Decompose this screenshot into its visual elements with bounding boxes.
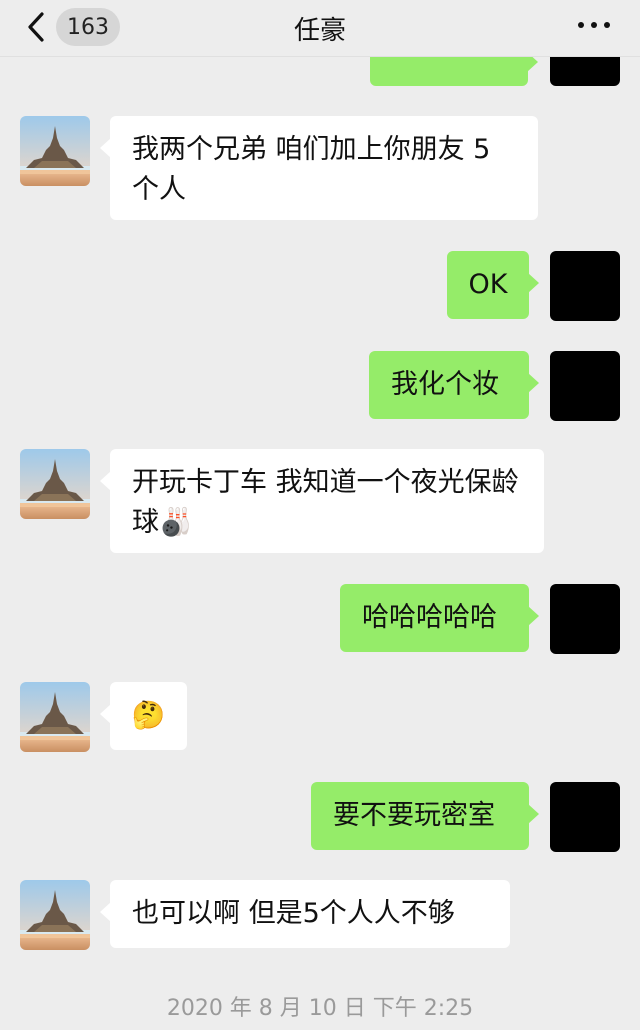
chat-title: 任豪 xyxy=(293,16,346,46)
castle-avatar-icon xyxy=(20,682,90,752)
message-bubble[interactable]: 开玩卡丁车 我知道一个夜光保龄球🎳 xyxy=(100,449,544,553)
message-timestamp: 2020 年 8 月 10 日 下午 2:25 xyxy=(166,996,474,1021)
message-bubble[interactable]: 也可以啊 但是5个人人不够 xyxy=(100,880,510,948)
message-text: 要不要玩密室 xyxy=(333,800,495,831)
message-bubble[interactable]: 我两个兄弟 咱们加上你朋友 5个人 xyxy=(100,116,538,220)
message-text: OK xyxy=(468,269,508,300)
message-text: 我两个兄弟 咱们加上你朋友 5个人 xyxy=(132,134,491,205)
message-bubble[interactable]: 我化个妆 xyxy=(369,351,539,419)
contact-avatar[interactable] xyxy=(20,880,90,950)
contact-avatar[interactable] xyxy=(20,682,90,752)
self-avatar[interactable] xyxy=(550,782,620,852)
message-text: 哈哈哈哈哈 xyxy=(362,602,497,633)
thinking-emoji: 🤔 xyxy=(131,700,166,731)
emoji-message-bubble[interactable]: 🤔 xyxy=(100,682,187,750)
more-options-icon[interactable] xyxy=(574,18,614,32)
castle-avatar-icon xyxy=(20,880,90,950)
self-avatar[interactable] xyxy=(550,351,620,421)
castle-avatar-icon xyxy=(20,116,90,186)
message-bubble[interactable]: OK xyxy=(447,251,539,319)
message-bubble[interactable]: 哈哈哈哈哈 xyxy=(340,584,539,652)
message-text: 开玩卡丁车 我知道一个夜光保龄球🎳 xyxy=(132,467,519,538)
chat-header: 163 任豪 xyxy=(0,0,640,57)
contact-avatar[interactable] xyxy=(20,449,90,519)
message-text: 我化个妆 xyxy=(391,369,499,400)
contact-avatar[interactable] xyxy=(20,116,90,186)
castle-avatar-icon xyxy=(20,449,90,519)
self-avatar[interactable] xyxy=(550,251,620,321)
message-bubble[interactable]: 要不要玩密室 xyxy=(311,782,539,850)
message-text: 也可以啊 但是5个人人不够 xyxy=(132,898,455,929)
self-avatar[interactable] xyxy=(550,584,620,654)
